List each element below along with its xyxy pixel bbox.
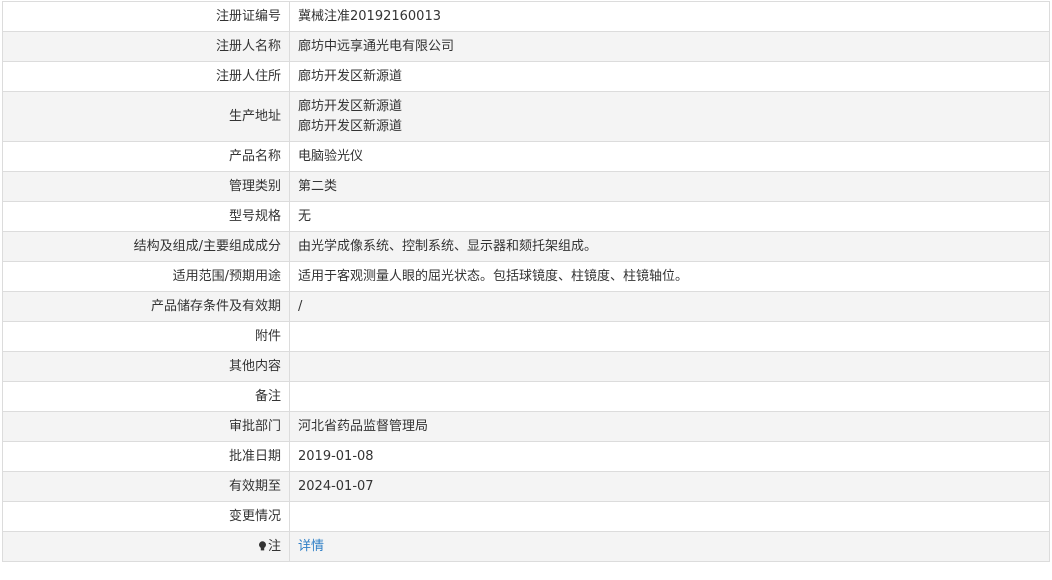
row-value: 由光学成像系统、控制系统、显示器和颏托架组成。 [289,231,1050,262]
table-row-other-content: 其他内容 [2,351,1050,382]
row-label: 适用范围/预期用途 [2,261,290,292]
table-row-approval-department: 审批部门 河北省药品监督管理局 [2,411,1050,442]
row-value: 廊坊开发区新源道 廊坊开发区新源道 [289,91,1050,142]
row-value [289,321,1050,352]
table-row-production-address: 生产地址 廊坊开发区新源道 廊坊开发区新源道 [2,91,1050,142]
row-label: 注 [2,531,290,562]
table-row-remarks: 备注 [2,381,1050,412]
row-label: 管理类别 [2,171,290,202]
registration-detail-table: 注册证编号 冀械注准20192160013 注册人名称 廊坊中远享通光电有限公司… [2,1,1050,562]
table-row-change-history: 变更情况 [2,501,1050,532]
production-address-line-1: 廊坊开发区新源道 [298,98,403,114]
table-row-structure-composition: 结构及组成/主要组成成分 由光学成像系统、控制系统、显示器和颏托架组成。 [2,231,1050,262]
row-label: 注册人住所 [2,61,290,92]
row-label: 生产地址 [2,91,290,142]
table-row-storage-validity: 产品储存条件及有效期 / [2,291,1050,322]
row-label: 注册人名称 [2,31,290,62]
table-row-registration-number: 注册证编号 冀械注准20192160013 [2,1,1050,32]
row-value: 2019-01-08 [289,441,1050,472]
table-row-attachments: 附件 [2,321,1050,352]
table-row-note: 注 详情 [2,531,1050,562]
row-value [289,501,1050,532]
table-row-management-category: 管理类别 第二类 [2,171,1050,202]
lightbulb-icon [258,540,266,550]
row-value: 廊坊开发区新源道 [289,61,1050,92]
table-row-model-spec: 型号规格 无 [2,201,1050,232]
row-label: 产品储存条件及有效期 [2,291,290,322]
details-link[interactable]: 详情 [298,539,324,554]
row-label: 备注 [2,381,290,412]
row-label: 附件 [2,321,290,352]
registration-detail-container: 注册证编号 冀械注准20192160013 注册人名称 廊坊中远享通光电有限公司… [2,1,1050,562]
table-row-approval-date: 批准日期 2019-01-08 [2,441,1050,472]
row-label: 产品名称 [2,141,290,172]
row-value: 廊坊中远享通光电有限公司 [289,31,1050,62]
row-label: 变更情况 [2,501,290,532]
row-value: 无 [289,201,1050,232]
table-row-registrant-name: 注册人名称 廊坊中远享通光电有限公司 [2,31,1050,62]
production-address-line-2: 廊坊开发区新源道 [298,118,403,134]
row-value: 2024-01-07 [289,471,1050,502]
row-label: 批准日期 [2,441,290,472]
row-value: / [289,291,1050,322]
row-value: 河北省药品监督管理局 [289,411,1050,442]
row-value: 第二类 [289,171,1050,202]
row-value [289,381,1050,412]
table-row-intended-use: 适用范围/预期用途 适用于客观测量人眼的屈光状态。包括球镜度、柱镜度、柱镜轴位。 [2,261,1050,292]
table-row-valid-until: 有效期至 2024-01-07 [2,471,1050,502]
row-value [289,351,1050,382]
row-label: 有效期至 [2,471,290,502]
row-label: 其他内容 [2,351,290,382]
note-label-text: 注 [267,538,281,554]
row-value: 详情 [289,531,1050,562]
row-label: 结构及组成/主要组成成分 [2,231,290,262]
row-label: 型号规格 [2,201,290,232]
row-value: 适用于客观测量人眼的屈光状态。包括球镜度、柱镜度、柱镜轴位。 [289,261,1050,292]
row-value: 冀械注准20192160013 [289,1,1050,32]
row-value: 电脑验光仪 [289,141,1050,172]
row-label: 审批部门 [2,411,290,442]
row-label: 注册证编号 [2,1,290,32]
table-row-registrant-address: 注册人住所 廊坊开发区新源道 [2,61,1050,92]
table-row-product-name: 产品名称 电脑验光仪 [2,141,1050,172]
